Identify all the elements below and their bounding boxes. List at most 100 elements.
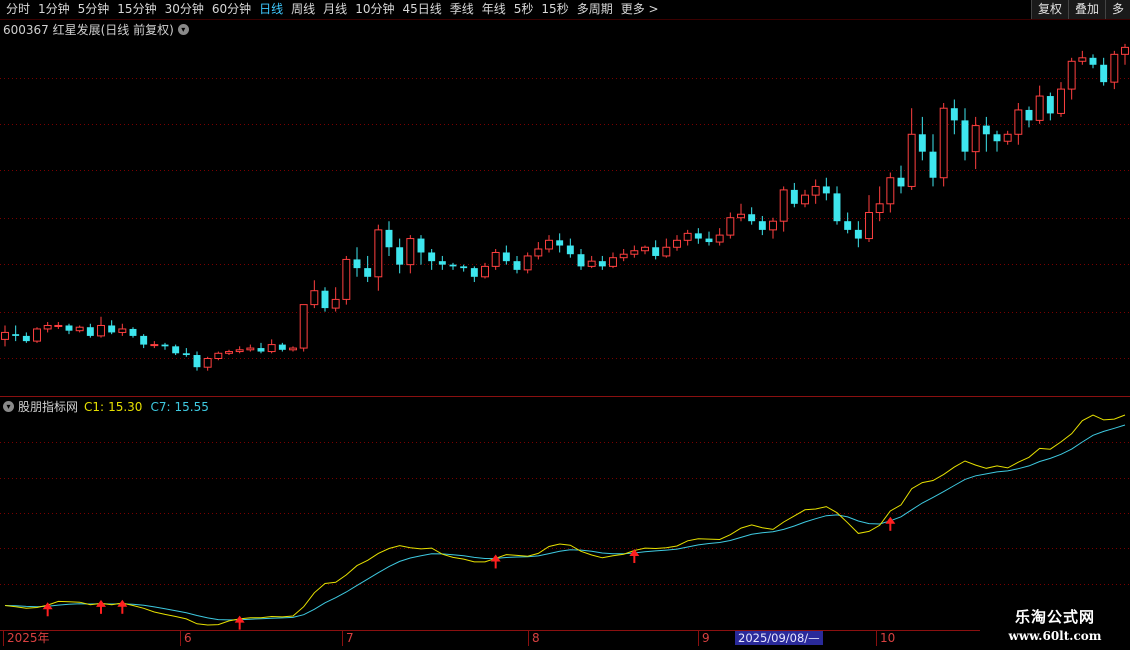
- c1-line: [4, 414, 1126, 626]
- buy-signal-arrow: [885, 516, 896, 524]
- candle-down: [705, 238, 713, 243]
- candle-down: [22, 335, 30, 342]
- candle-up: [214, 352, 223, 359]
- candle-down: [86, 327, 94, 336]
- period-tab[interactable]: 周线: [291, 1, 315, 18]
- candle-down: [12, 334, 20, 336]
- watermark-title: 乐淘公式网: [1014, 608, 1095, 626]
- restore-rights-button[interactable]: 复权: [1030, 0, 1068, 19]
- time-label-jul: 7: [342, 631, 354, 646]
- candle-up: [203, 358, 212, 368]
- c1-value: 15.30: [108, 399, 143, 414]
- candle-up: [726, 217, 735, 236]
- period-tab[interactable]: 年线: [482, 1, 506, 18]
- indicator-name[interactable]: 股朋指标网: [18, 398, 78, 415]
- candle-down: [844, 221, 852, 230]
- candle-up: [715, 234, 724, 243]
- candle-up: [662, 246, 671, 257]
- candle-up: [150, 344, 159, 347]
- buy-signal-markers: [42, 516, 896, 630]
- kline-chart[interactable]: [0, 0, 1130, 650]
- period-tab[interactable]: 更多 >: [621, 1, 659, 18]
- overlay-button[interactable]: 叠加: [1067, 0, 1105, 19]
- candle-up: [267, 344, 276, 353]
- period-tab[interactable]: 月线: [323, 1, 347, 18]
- candle-down: [129, 328, 137, 336]
- candle-up: [1110, 53, 1119, 83]
- candle-up: [534, 248, 543, 257]
- chart-title: 600367 红星发展(日线 前复权) ▾: [3, 21, 189, 38]
- candle-down: [961, 120, 969, 152]
- candle-down: [652, 247, 660, 256]
- candle-up: [54, 324, 63, 327]
- candle-up: [907, 133, 916, 187]
- candle-up: [299, 304, 308, 349]
- candle-down: [161, 344, 169, 347]
- c7-line: [4, 424, 1126, 621]
- time-axis: 2025年 6 7 8 9 10: [0, 631, 1130, 650]
- candle-up: [939, 107, 948, 179]
- candle-down: [1089, 57, 1097, 65]
- candle-up: [971, 125, 980, 153]
- candle-down: [1025, 109, 1033, 121]
- candle-up: [1014, 109, 1023, 135]
- period-tab[interactable]: 10分钟: [355, 1, 394, 18]
- time-label-sep: 9: [698, 631, 710, 646]
- candle-down: [982, 125, 990, 135]
- period-tab[interactable]: 分时: [6, 1, 30, 18]
- period-tab[interactable]: 45日线: [402, 1, 441, 18]
- candle-down: [513, 261, 521, 270]
- candle-up: [75, 326, 84, 332]
- period-tab[interactable]: 15分钟: [117, 1, 156, 18]
- candle-down: [140, 335, 148, 345]
- candle-down: [993, 134, 1001, 142]
- candle-up: [811, 185, 820, 196]
- period-tab[interactable]: 5分钟: [78, 1, 110, 18]
- period-tab[interactable]: 1分钟: [38, 1, 70, 18]
- candle-down: [929, 151, 937, 178]
- candle-down: [694, 233, 702, 239]
- candle-down: [897, 177, 905, 187]
- candle-up: [331, 298, 340, 309]
- candle-up: [225, 351, 233, 354]
- candle-up: [630, 250, 639, 255]
- toolbar-right-buttons: 复权 叠加 多: [1030, 0, 1130, 19]
- candle-down: [396, 247, 404, 265]
- candle-up: [523, 255, 532, 271]
- candle-up: [118, 328, 127, 333]
- watermark: 乐淘公式网 www.60lt.com: [980, 606, 1130, 648]
- candle-down: [470, 268, 478, 277]
- chevron-down-circle-icon[interactable]: ▾: [3, 401, 14, 412]
- candle-up: [1003, 133, 1012, 142]
- candle-down: [108, 325, 116, 333]
- candle-down: [577, 254, 585, 267]
- candle-down: [748, 214, 756, 222]
- candle-down: [854, 229, 862, 239]
- time-label-aug: 8: [528, 631, 540, 646]
- candle-down: [822, 186, 830, 194]
- time-label-year: 2025年: [3, 631, 50, 646]
- chevron-down-circle-icon[interactable]: ▾: [177, 24, 189, 35]
- candle-up: [342, 258, 351, 300]
- c1-label: C1:: [84, 399, 105, 414]
- candle-up: [43, 324, 52, 330]
- candle-down: [417, 238, 425, 253]
- candle-up: [374, 229, 383, 278]
- candle-down: [193, 355, 201, 368]
- time-label-jun: 6: [180, 631, 192, 646]
- period-tab[interactable]: 30分钟: [165, 1, 204, 18]
- period-toolbar: 分时 1分钟 5分钟 15分钟 30分钟 60分钟 日线 周线 月线 10分钟 45日线 季线 年线 5秒…: [0, 0, 1130, 20]
- period-tab[interactable]: 5秒: [514, 1, 534, 18]
- period-tab[interactable]: 15秒: [541, 1, 568, 18]
- candle-down: [385, 229, 393, 248]
- period-tab[interactable]: 60分钟: [212, 1, 251, 18]
- candle-up: [587, 260, 596, 267]
- candle-down: [182, 353, 190, 356]
- watermark-url: www.60lt.com: [1008, 629, 1102, 643]
- period-tab[interactable]: 日线: [259, 1, 283, 18]
- period-tab[interactable]: 季线: [450, 1, 474, 18]
- multi-button[interactable]: 多: [1104, 0, 1130, 19]
- period-tab[interactable]: 多周期: [577, 1, 613, 18]
- candle-up: [1078, 57, 1087, 62]
- candle-up: [886, 177, 895, 205]
